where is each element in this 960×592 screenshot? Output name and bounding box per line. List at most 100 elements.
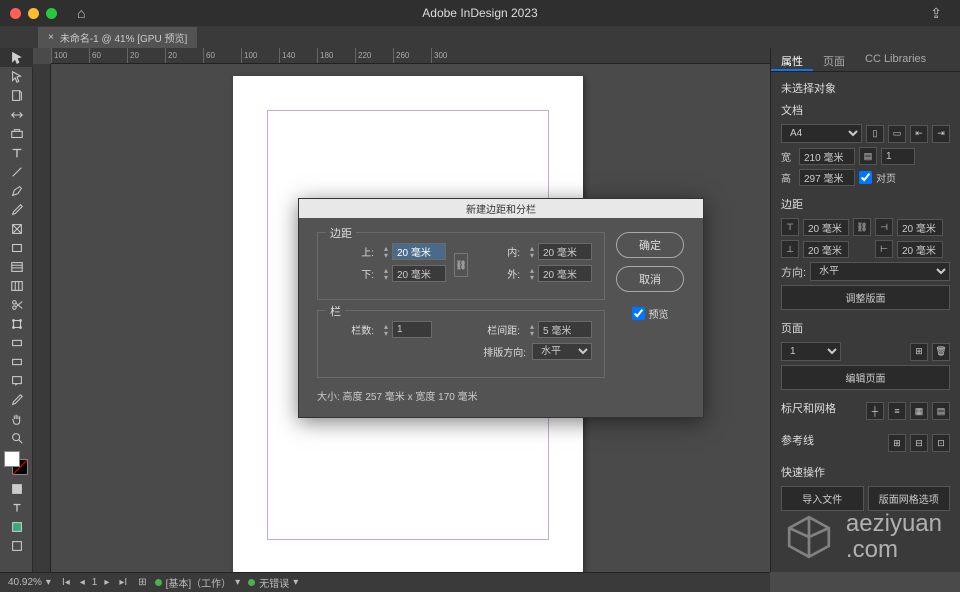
open-panel-icon[interactable]: ⊞	[138, 577, 146, 588]
column-count-label: 栏数:	[330, 322, 374, 337]
stepper-icon[interactable]: ▴▾	[526, 245, 538, 259]
preview-checkbox[interactable]: 预览	[632, 306, 669, 321]
zoom-level[interactable]: 40.92%	[8, 577, 42, 588]
format-text-icon[interactable]	[0, 498, 33, 517]
binding-rtl-icon[interactable]: ⇥	[932, 125, 950, 143]
prev-page-icon[interactable]: ◂	[77, 577, 88, 588]
tab-properties[interactable]: 属性	[771, 48, 813, 71]
zoom-tool[interactable]	[0, 428, 33, 447]
home-icon[interactable]: ⌂	[77, 5, 85, 21]
pages-count-input[interactable]	[881, 148, 915, 165]
rectangle-frame-tool[interactable]	[0, 219, 33, 238]
next-page-icon[interactable]: ▸	[101, 577, 112, 588]
workspace-label[interactable]: [基本]（工作）	[166, 575, 232, 590]
gradient-feather-tool[interactable]	[0, 352, 33, 371]
page-select[interactable]: 1	[781, 342, 841, 361]
apply-color-icon[interactable]	[0, 517, 33, 536]
free-transform-tool[interactable]	[0, 314, 33, 333]
pen-tool[interactable]	[0, 181, 33, 200]
tab-pages[interactable]: 页面	[813, 48, 855, 71]
pencil-tool[interactable]	[0, 200, 33, 219]
delete-page-icon[interactable]: 🗑	[932, 343, 950, 361]
gutter-field[interactable]	[538, 321, 592, 338]
preflight-status[interactable]: 无错误	[259, 575, 289, 590]
facing-pages-checkbox[interactable]: 对页	[859, 170, 896, 185]
width-input[interactable]	[799, 148, 855, 165]
column-count-field[interactable]	[392, 321, 432, 338]
margin-bottom-field[interactable]	[392, 265, 446, 282]
view-mode-icon[interactable]	[0, 536, 33, 555]
stepper-icon[interactable]: ▴▾	[526, 323, 538, 337]
height-input[interactable]	[799, 169, 855, 186]
margin-top-field[interactable]	[392, 243, 446, 260]
ok-button[interactable]: 确定	[616, 232, 684, 258]
cancel-button[interactable]: 取消	[616, 266, 684, 292]
margin-bottom-input[interactable]	[803, 241, 849, 258]
maximize-window-icon[interactable]	[46, 8, 57, 19]
margin-inside-input[interactable]	[897, 219, 943, 236]
binding-ltr-icon[interactable]: ⇤	[910, 125, 928, 143]
link-margins-toggle[interactable]: ⛓	[454, 253, 468, 277]
current-page[interactable]: 1	[92, 577, 98, 588]
document-grid-icon[interactable]: ▦	[910, 402, 928, 420]
margin-outside-field[interactable]	[538, 265, 592, 282]
stepper-icon[interactable]: ▴▾	[380, 323, 392, 337]
workspace-dropdown-icon[interactable]: ▾	[235, 577, 240, 588]
note-tool[interactable]	[0, 371, 33, 390]
rectangle-tool[interactable]	[0, 238, 33, 257]
link-margins-icon[interactable]: ⛓	[853, 218, 871, 236]
guides-icon-2[interactable]: ⊟	[910, 434, 928, 452]
orientation-portrait-icon[interactable]: ▯	[866, 125, 884, 143]
orientation-landscape-icon[interactable]: ▭	[888, 125, 906, 143]
margin-top-input[interactable]	[803, 219, 849, 236]
first-page-icon[interactable]: I◂	[59, 577, 73, 588]
baseline-grid-icon[interactable]: ≡	[888, 402, 906, 420]
page-preset-select[interactable]: A4	[781, 124, 862, 143]
preflight-dropdown-icon[interactable]: ▾	[293, 577, 298, 588]
zoom-dropdown-icon[interactable]: ▾	[46, 577, 51, 588]
eyedropper-tool[interactable]	[0, 390, 33, 409]
layout-grid-icon[interactable]: ▤	[932, 402, 950, 420]
adjust-layout-button[interactable]: 调整版面	[781, 285, 950, 310]
format-container-icon[interactable]	[0, 479, 33, 498]
writing-direction-select[interactable]: 水平	[532, 343, 592, 360]
new-page-icon[interactable]: ⊞	[910, 343, 928, 361]
vertical-grid-tool[interactable]	[0, 276, 33, 295]
fill-stroke-swatch[interactable]	[4, 451, 28, 475]
horizontal-grid-tool[interactable]	[0, 257, 33, 276]
page-tool[interactable]	[0, 86, 33, 105]
tab-cc-libraries[interactable]: CC Libraries	[855, 48, 936, 71]
stepper-icon[interactable]: ▴▾	[380, 267, 392, 281]
guides-icon-1[interactable]: ⊞	[888, 434, 906, 452]
margin-inside-field[interactable]	[538, 243, 592, 260]
last-page-icon[interactable]: ▸I	[116, 577, 130, 588]
selection-tool[interactable]	[0, 48, 33, 67]
document-tab[interactable]: × 未命名-1 @ 41% [GPU 预览]	[38, 27, 197, 48]
close-window-icon[interactable]	[10, 8, 21, 19]
ruler-icon[interactable]: ┼	[866, 402, 884, 420]
dialog-title: 新建边距和分栏	[299, 199, 703, 218]
height-label: 高	[781, 170, 795, 185]
orientation-select[interactable]: 水平	[810, 262, 950, 281]
line-tool[interactable]	[0, 162, 33, 181]
scissors-tool[interactable]	[0, 295, 33, 314]
stepper-icon[interactable]: ▴▾	[380, 245, 392, 259]
share-icon[interactable]: ⇪	[930, 5, 942, 22]
gradient-swatch-tool[interactable]	[0, 333, 33, 352]
gap-tool[interactable]	[0, 105, 33, 124]
gutter-label: 栏间距:	[476, 322, 520, 337]
stepper-icon[interactable]: ▴▾	[526, 267, 538, 281]
import-file-button[interactable]: 导入文件	[781, 486, 864, 511]
type-tool[interactable]	[0, 143, 33, 162]
margin-bottom-label: 下:	[330, 266, 374, 281]
direct-selection-tool[interactable]	[0, 67, 33, 86]
margin-outside-icon: ⊢	[875, 240, 893, 258]
grid-options-button[interactable]: 版面网格选项	[868, 486, 951, 511]
hand-tool[interactable]	[0, 409, 33, 428]
guides-icon-3[interactable]: ⊡	[932, 434, 950, 452]
minimize-window-icon[interactable]	[28, 8, 39, 19]
content-collector-tool[interactable]	[0, 124, 33, 143]
close-tab-icon[interactable]: ×	[48, 32, 54, 43]
edit-pages-button[interactable]: 编辑页面	[781, 365, 950, 390]
margin-outside-input[interactable]	[897, 241, 943, 258]
